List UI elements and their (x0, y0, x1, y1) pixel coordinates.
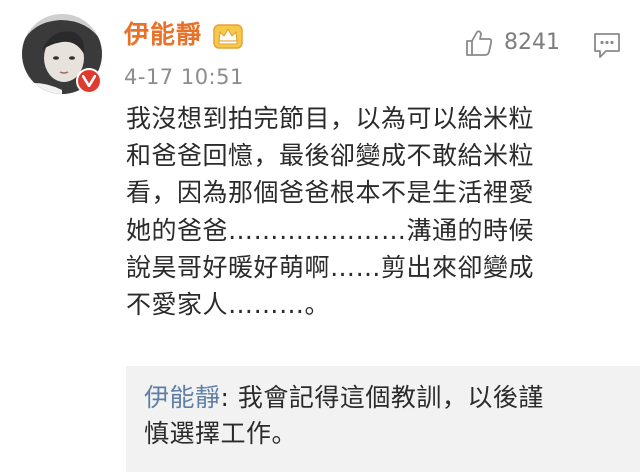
verified-icon (82, 75, 96, 87)
crown-icon[interactable] (213, 22, 243, 50)
like-button[interactable]: 8241 (464, 26, 560, 60)
post-body: 我沒想到拍完節目，以為可以給米粒 和爸爸回憶，最後卻變成不敢給米粒 看，因為那個… (126, 104, 535, 320)
reply-content: 伊能靜: 我會記得這個教訓，以後謹 慎選擇工作。 (144, 380, 624, 452)
verified-badge (76, 68, 102, 94)
author-name[interactable]: 伊能靜 (124, 18, 202, 52)
like-count: 8241 (504, 30, 560, 55)
comment-icon[interactable] (592, 30, 622, 60)
post-timestamp: 4-17 10:51 (124, 65, 244, 89)
reply-box: 伊能靜: 我會記得這個教訓，以後謹 慎選擇工作。 (126, 366, 640, 472)
reply-separator: : (220, 383, 238, 412)
reply-author[interactable]: 伊能靜 (144, 383, 221, 412)
thumbs-up-icon (466, 30, 493, 56)
